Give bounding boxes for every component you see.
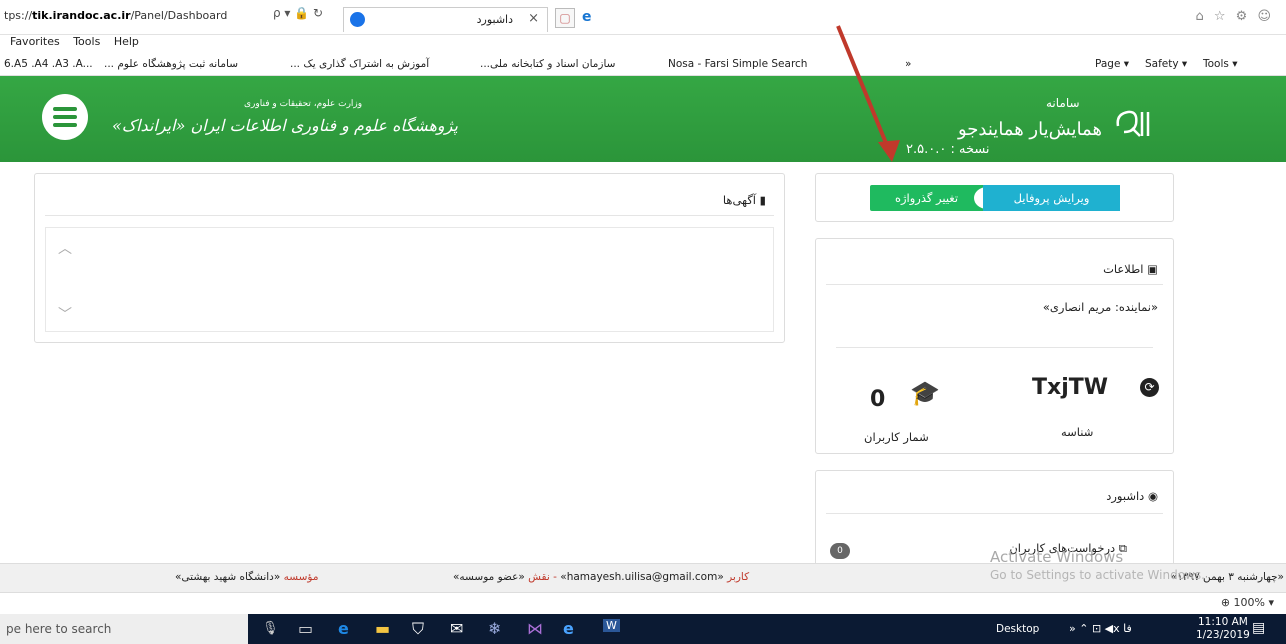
refresh-icon[interactable]: ⟳: [1140, 378, 1159, 397]
id-card-icon: ▣: [1147, 262, 1158, 276]
news-title-label: آگهی‌ها: [722, 193, 756, 207]
role-value: «عضو موسسه»: [453, 571, 525, 583]
id-value: TxjTW: [1032, 375, 1109, 400]
info-title: ▣ اطلاعات: [1103, 262, 1158, 276]
favorite-item[interactable]: 6.A5 .A4 .A3 .A...: [4, 58, 93, 70]
inst-value: «دانشگاه شهید بهشتی»: [175, 571, 281, 583]
chevron-down-icon[interactable]: ﹀: [58, 304, 72, 324]
activate-windows-hint: Go to Settings to activate Windows.: [990, 568, 1205, 582]
new-tab-icon[interactable]: ▢: [555, 8, 575, 28]
site-header: وزارت علوم، تحقیقات و فناوری پژوهشگاه عل…: [0, 76, 1286, 162]
requests-badge: 0: [830, 543, 850, 559]
dashboard-title-label: داشبورد: [1106, 489, 1145, 503]
favorite-item[interactable]: آموزش به اشتراک گذاری یک ...: [290, 58, 429, 70]
file-explorer-icon[interactable]: ▬: [375, 619, 390, 638]
browser-tab[interactable]: داشبورد ×: [343, 7, 548, 32]
user-count-value: 0: [870, 387, 886, 412]
store-icon[interactable]: ⛉: [412, 619, 424, 639]
address-controls[interactable]: ρ ▾ 🔒 ↻: [273, 6, 323, 20]
mail-icon[interactable]: ✉: [450, 619, 463, 638]
news-list[interactable]: ︿ ﹀: [45, 227, 774, 332]
word-icon[interactable]: W: [603, 619, 620, 632]
system-logo-icon: [1112, 106, 1154, 142]
user-value: «hamayesh.uilisa@gmail.com»: [560, 571, 724, 583]
institute-name: پژوهشگاه علوم و فناوری اطلاعات ایران «ای…: [112, 116, 458, 135]
notification-icon[interactable]: ▤: [1252, 620, 1265, 636]
system-label: سامانه: [1046, 96, 1080, 110]
version-label: نسخه : ۲.۵.۰.۰: [906, 142, 990, 157]
system-tray-icons[interactable]: » ⌃ ⊡ ◀x فا: [1069, 622, 1132, 635]
address-url[interactable]: tps://tik.irandoc.ac.ir/Panel/Dashboard: [4, 9, 227, 22]
address-bar-row: tps://tik.irandoc.ac.ir/Panel/Dashboard …: [0, 0, 1286, 35]
news-panel: ▮ آگهی‌ها ︿ ﹀: [34, 173, 785, 343]
zoom-level[interactable]: ⊕ 100% ▾: [1221, 596, 1274, 609]
ministry-name: وزارت علوم، تحقیقات و فناوری: [244, 99, 363, 109]
visual-studio-icon[interactable]: ⋈: [527, 619, 543, 638]
divider: [45, 215, 774, 216]
info-title-label: اطلاعات: [1103, 262, 1144, 276]
url-path: /Panel/Dashboard: [130, 9, 228, 22]
role-label: - نقش: [528, 571, 557, 583]
taskbar-clock[interactable]: 11:10 AM 1/23/2019: [1196, 616, 1250, 642]
favorite-item[interactable]: سازمان اسناد و کتابخانه ملی...: [480, 58, 615, 70]
safety-menu[interactable]: Safety ▾: [1145, 58, 1187, 70]
divider: [826, 284, 1163, 285]
bookmark-icon: ▮: [759, 193, 766, 207]
desktop-toolbar[interactable]: Desktop: [996, 623, 1039, 635]
profile-actions-panel: تغییر گذرواژه ویرایش پروفایل: [815, 173, 1174, 222]
favorite-item[interactable]: سامانه ثبت پژوهشگاه علوم ...: [104, 58, 238, 70]
dashboard-title: ◉ داشبورد: [1106, 489, 1158, 503]
internet-explorer-icon[interactable]: e: [563, 619, 574, 638]
favorites-bar: 6.A5 .A4 .A3 .A... سامانه ثبت پژوهشگاه ع…: [0, 53, 1286, 76]
page-menu[interactable]: Page ▾: [1095, 58, 1129, 70]
edge-icon[interactable]: e: [338, 619, 349, 638]
id-label: شناسه: [1061, 425, 1094, 439]
annotation-arrow-icon: [836, 25, 900, 162]
tab-title: داشبورد: [476, 13, 513, 26]
ie-icon[interactable]: e: [582, 9, 592, 25]
user-label: کاربر: [727, 571, 750, 583]
tab-close-icon[interactable]: ×: [528, 11, 539, 26]
chevron-up-icon[interactable]: ︿: [58, 238, 72, 258]
snowflake-app-icon[interactable]: ❄: [488, 619, 501, 638]
search-placeholder: pe here to search: [6, 622, 112, 636]
footer-user: کاربر «hamayesh.uilisa@gmail.com» - نقش …: [453, 571, 749, 583]
representative-text: «نماینده: مریم انصاری»: [1042, 300, 1158, 314]
irandoc-logo-icon[interactable]: [42, 94, 88, 140]
edit-profile-button[interactable]: ویرایش پروفایل: [983, 185, 1120, 211]
favorite-item[interactable]: Nosa - Farsi Simple Search: [668, 58, 807, 70]
windows-taskbar: pe here to search 🎙 ▭ e ▬ ⛉ ✉ ❄ ⋈ e W De…: [0, 614, 1286, 644]
url-prefix: tps://: [4, 9, 33, 22]
divider: [826, 513, 1163, 514]
menu-favorites[interactable]: Favorites: [10, 35, 60, 48]
footer-institution: مؤسسه «دانشگاه شهید بهشتی»: [175, 571, 318, 583]
graduation-cap-icon: 🎓: [910, 379, 940, 407]
profile-button-group: تغییر گذرواژه ویرایش پروفایل: [870, 185, 1120, 211]
menu-tools[interactable]: Tools: [73, 35, 100, 48]
clock-time: 11:10 AM: [1198, 616, 1248, 628]
menu-help[interactable]: Help: [114, 35, 139, 48]
divider: [836, 347, 1153, 348]
browser-toolbar-icons[interactable]: ⌂ ☆ ⚙ ☺: [1195, 9, 1274, 24]
menu-bar: Favorites Tools Help: [0, 35, 1286, 51]
clock-date: 1/23/2019: [1196, 629, 1250, 641]
taskbar-search[interactable]: pe here to search: [0, 614, 248, 644]
tools-menu[interactable]: Tools ▾: [1203, 58, 1237, 70]
news-title: ▮ آگهی‌ها: [723, 193, 766, 207]
change-password-button[interactable]: تغییر گذرواژه: [870, 185, 983, 211]
info-panel: ▣ اطلاعات «نماینده: مریم انصاری» TxjTW ⟳…: [815, 238, 1174, 454]
tab-favicon-icon: [350, 12, 365, 27]
inst-label: مؤسسه: [283, 571, 319, 583]
microphone-icon[interactable]: 🎙: [262, 621, 279, 636]
task-view-icon[interactable]: ▭: [298, 619, 313, 638]
dashboard-gauge-icon: ◉: [1147, 489, 1158, 503]
system-name: همایش‌یار همایندجو: [958, 119, 1102, 140]
user-count-label: شمار کاربران: [864, 430, 929, 444]
url-host: tik.irandoc.ac.ir: [32, 9, 131, 22]
